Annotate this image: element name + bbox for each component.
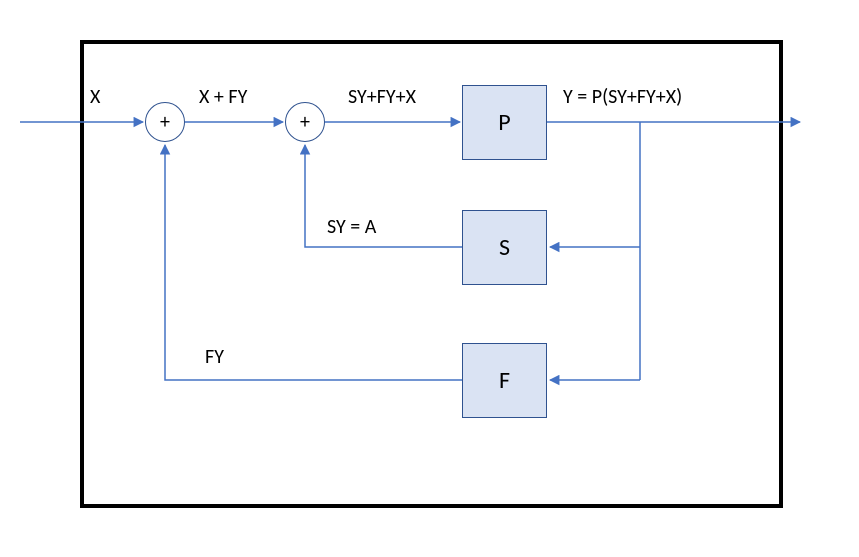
summer-2: + bbox=[285, 102, 325, 142]
summer-2-symbol: + bbox=[300, 110, 310, 134]
diagram-canvas: + + P S F X X + FY SY+FY+X Y = P(SY+FY+X… bbox=[0, 0, 859, 557]
label-after-sum1: X + FY bbox=[199, 85, 247, 109]
label-after-sum2: SY+FY+X bbox=[348, 85, 416, 109]
block-f-label: F bbox=[499, 366, 510, 395]
label-output-y: Y = P(SY+FY+X) bbox=[563, 85, 682, 109]
system-boundary bbox=[80, 40, 783, 508]
block-p-label: P bbox=[498, 108, 510, 137]
label-fy-feedback: FY bbox=[205, 345, 224, 369]
block-s-label: S bbox=[499, 233, 510, 262]
block-s: S bbox=[462, 210, 547, 285]
label-sy-feedback: SY = A bbox=[327, 215, 376, 239]
label-input-x: X bbox=[90, 85, 100, 109]
summer-1: + bbox=[145, 102, 185, 142]
summer-1-symbol: + bbox=[160, 110, 170, 134]
block-f: F bbox=[462, 343, 547, 418]
block-p: P bbox=[462, 85, 547, 160]
